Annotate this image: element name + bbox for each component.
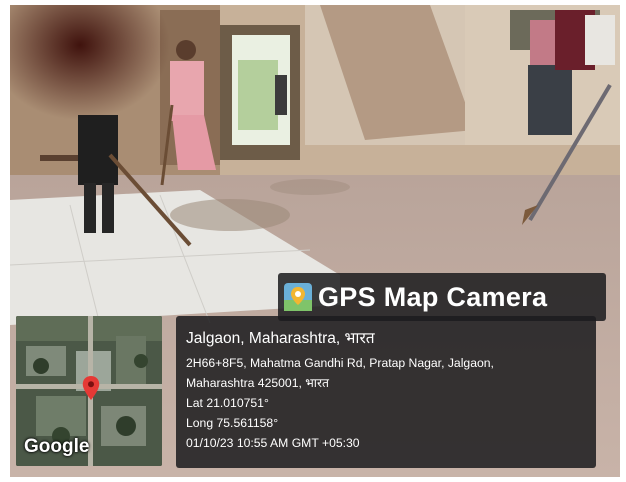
address-line-1: 2H66+8F5, Mahatma Gandhi Rd, Pratap Naga… <box>186 356 494 370</box>
stamp-title: GPS Map Camera <box>318 281 548 312</box>
place-name: Jalgaon, Maharashtra, भारत <box>186 330 375 347</box>
datetime: 01/10/23 10:55 AM GMT +05:30 <box>186 436 360 450</box>
latitude: Lat 21.010751° <box>186 396 269 410</box>
address-line-2: Maharashtra 425001, भारत <box>186 376 329 390</box>
map-thumbnail: Google <box>16 316 162 466</box>
location-info-panel: Jalgaon, Maharashtra, भारत 2H66+8F5, Mah… <box>176 316 596 468</box>
longitude: Long 75.561158° <box>186 416 279 430</box>
google-logo: Google <box>24 436 90 457</box>
map-pin-icon <box>82 376 100 400</box>
gps-map-camera-badge: GPS Map Camera <box>278 273 606 321</box>
map-pin-app-icon <box>284 283 312 311</box>
